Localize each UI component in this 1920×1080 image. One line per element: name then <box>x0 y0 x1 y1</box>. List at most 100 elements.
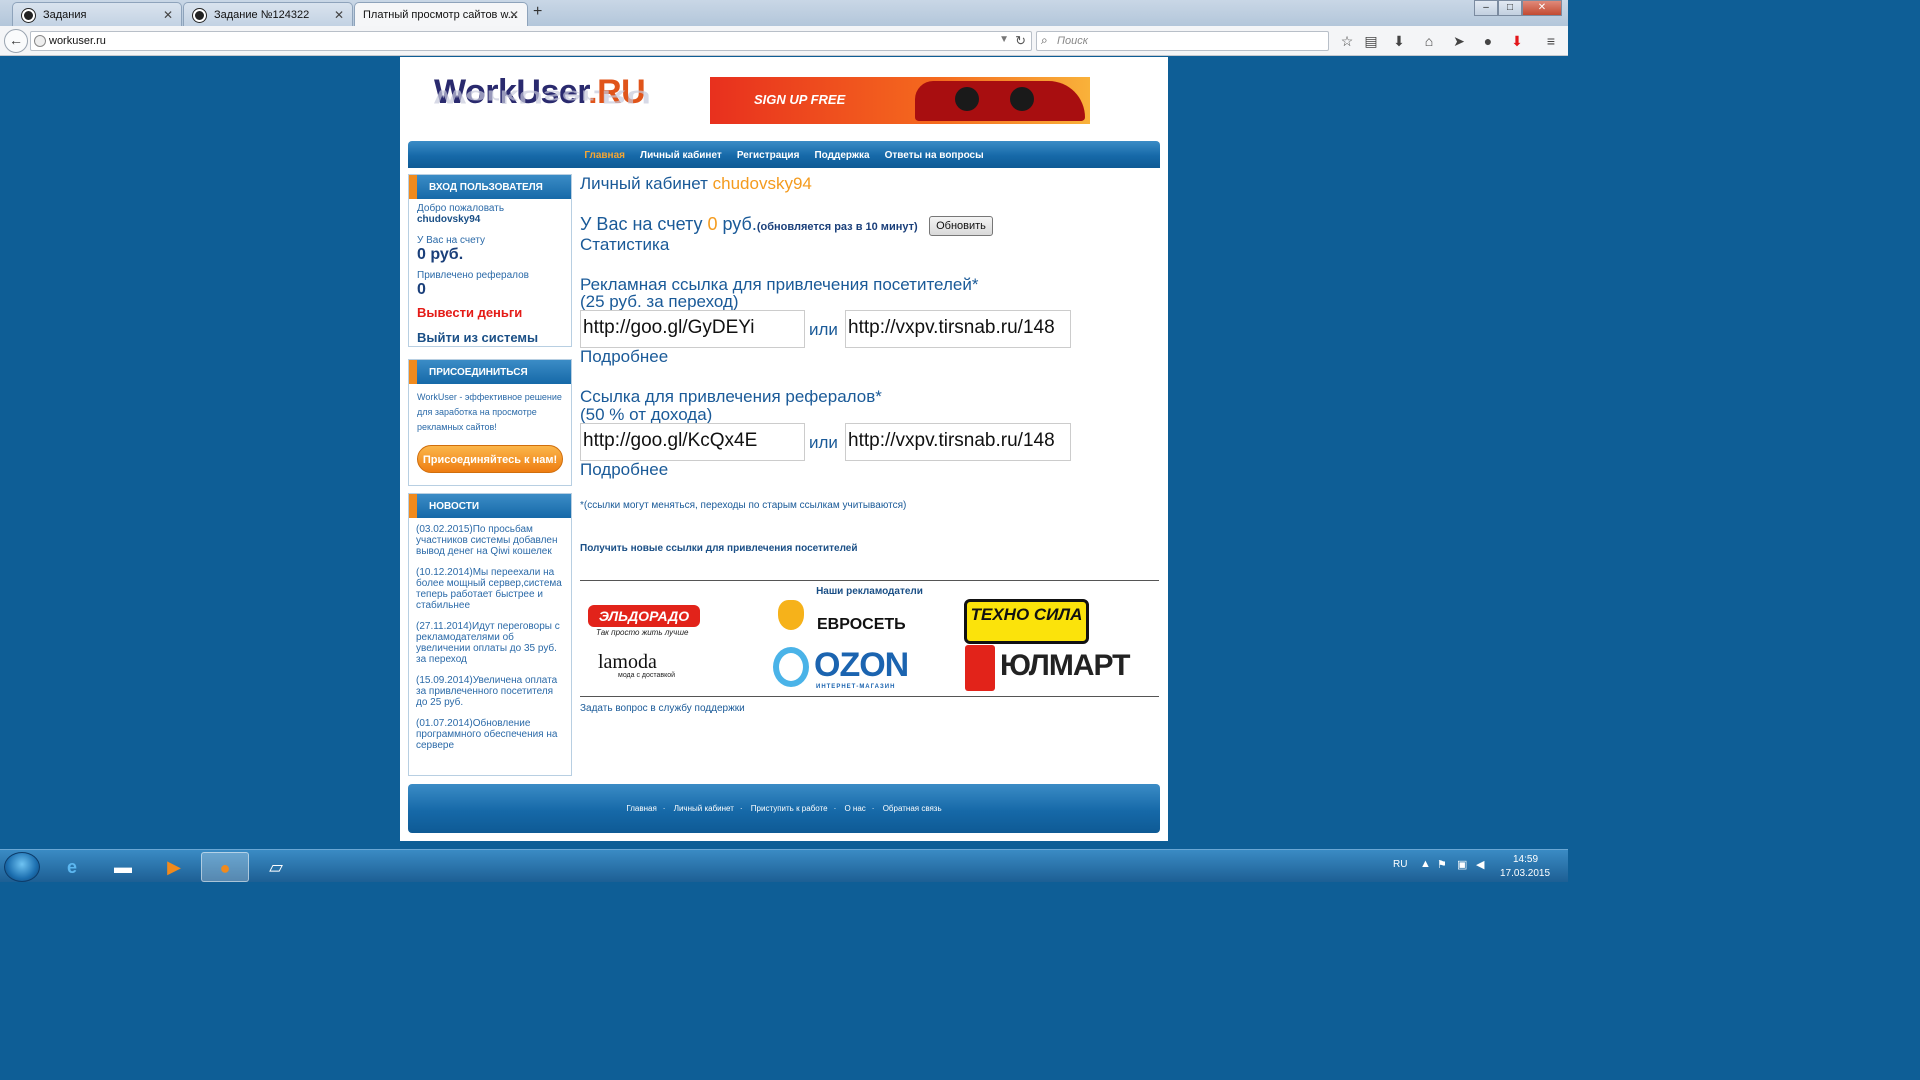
ie-icon[interactable]: e <box>48 852 96 882</box>
send-icon[interactable]: ➤ <box>1450 32 1468 50</box>
lamoda-tagline: мода с доставкой <box>618 672 676 679</box>
withdraw-link[interactable]: Вывести деньги <box>409 299 571 320</box>
ozon-logo[interactable]: OZON <box>814 646 909 685</box>
tab-zadanie[interactable]: Задание №124322 ✕ <box>183 2 353 26</box>
eldorado-tagline: Так просто жить лучше <box>596 628 689 637</box>
logout-link[interactable]: Выйти из системы <box>409 320 571 345</box>
divider <box>580 696 1159 697</box>
news-item[interactable]: (27.11.2014)Идут переговоры с рекламодат… <box>409 621 571 675</box>
home-icon[interactable]: ⌂ <box>1420 32 1438 50</box>
ref-link-long-field[interactable]: http://vxpv.tirsnab.ru/148 <box>845 423 1071 461</box>
menu-icon[interactable]: ≡ <box>1542 32 1560 50</box>
close-tab-icon[interactable]: ✕ <box>163 8 173 22</box>
close-tab-icon[interactable]: ✕ <box>509 8 519 22</box>
reload-icon[interactable]: ↻ <box>1015 33 1026 49</box>
or-label: или <box>809 433 838 452</box>
footer-about-link[interactable]: О нас <box>844 804 865 813</box>
clock-time[interactable]: 14:59 <box>1513 854 1538 865</box>
welcome-label: Добро пожаловать <box>417 203 505 214</box>
news-item[interactable]: (15.09.2014)Увеличена оплата за привлече… <box>409 675 571 718</box>
tab-zadaniya[interactable]: Задания ✕ <box>12 2 182 26</box>
eldorado-logo[interactable]: ЭЛЬДОРАДО <box>588 605 700 627</box>
ozon-tagline: ИНТЕРНЕТ-МАГАЗИН <box>816 684 896 690</box>
language-indicator[interactable]: RU <box>1393 859 1407 870</box>
tray-arrow-icon[interactable]: ▲ <box>1420 858 1431 870</box>
ref-link-short-field[interactable]: http://goo.gl/KcQx4E <box>580 423 805 461</box>
join-text: WorkUser - эффективное решение для зараб… <box>417 392 562 432</box>
support-link[interactable]: Задать вопрос в службу поддержки <box>580 703 745 714</box>
url-text[interactable]: workuser.ru <box>49 35 106 47</box>
chat-icon[interactable]: ● <box>1479 32 1497 50</box>
nav-cabinet[interactable]: Личный кабинет <box>640 150 722 161</box>
back-button[interactable]: ← <box>4 29 28 53</box>
favicon-icon <box>22 9 35 22</box>
euroset-logo[interactable]: ЕВРОСЕТЬ <box>817 616 906 634</box>
download-icon[interactable]: ⬇ <box>1390 32 1408 50</box>
maximize-button[interactable]: □ <box>1498 0 1522 16</box>
network-icon[interactable]: ▣ <box>1457 858 1467 871</box>
explorer-folder-icon[interactable]: ▬ <box>99 852 147 882</box>
bookmark-star-icon[interactable]: ☆ <box>1338 32 1356 50</box>
globe-icon <box>34 35 46 47</box>
close-tab-icon[interactable]: ✕ <box>334 8 344 22</box>
news-box: НОВОСТИ (03.02.2015)По просьбам участник… <box>408 493 572 776</box>
lamoda-logo[interactable]: lamoda <box>598 651 657 674</box>
tab-active[interactable]: Платный просмотр сайтов w... ✕ <box>354 2 528 26</box>
close-window-button[interactable]: ✕ <box>1522 0 1562 16</box>
clock-date[interactable]: 17.03.2015 <box>1500 868 1550 879</box>
footer-feedback-link[interactable]: Обратная связь <box>883 804 942 813</box>
ad-link-short-field[interactable]: http://goo.gl/GyDEYi <box>580 310 805 348</box>
join-box-title: ПРИСОЕДИНИТЬСЯ <box>409 360 571 384</box>
search-input[interactable]: ⌕ Поиск <box>1036 31 1329 51</box>
favicon-icon <box>193 9 206 22</box>
links-note: *(ссылки могут меняться, переходы по ста… <box>580 500 907 511</box>
more-link[interactable]: Подробнее <box>580 347 668 367</box>
join-button[interactable]: Присоединяйтесь к нам! <box>417 445 563 473</box>
footer-start-link[interactable]: Приступить к работе <box>751 804 828 813</box>
search-icon: ⌕ <box>1041 33 1048 47</box>
ad-link-subtitle: (25 руб. за переход) <box>580 292 739 311</box>
stats-link[interactable]: Статистика <box>580 235 669 255</box>
account-note: (обновляется раз в 10 минут) <box>756 221 918 233</box>
nav-faq[interactable]: Ответы на вопросы <box>885 150 984 161</box>
news-item[interactable]: (01.07.2014)Обновление программного обес… <box>409 718 571 761</box>
title-prefix: Личный кабинет <box>580 174 708 193</box>
search-placeholder: Поиск <box>1057 35 1088 47</box>
window-controls: – □ ✕ <box>1474 0 1562 18</box>
get-new-links-link[interactable]: Получить новые ссылки для привлечения по… <box>580 543 858 554</box>
minimize-button[interactable]: – <box>1474 0 1498 16</box>
nav-register[interactable]: Регистрация <box>737 150 800 161</box>
news-item[interactable]: (03.02.2015)По просьбам участников систе… <box>409 524 571 567</box>
title-username: chudovsky94 <box>712 174 812 193</box>
account-suffix: руб. <box>722 214 757 234</box>
tab-bar: Задания ✕ Задание №124322 ✕ Платный прос… <box>0 0 1568 26</box>
nav-support[interactable]: Поддержка <box>814 150 869 161</box>
bookmarks-list-icon[interactable]: ▤ <box>1362 32 1380 50</box>
notepad-icon[interactable]: ▱ <box>252 852 300 882</box>
page-title: Личный кабинет chudovsky94 <box>580 174 812 194</box>
ad-link-long-field[interactable]: http://vxpv.tirsnab.ru/148 <box>845 310 1071 348</box>
media-player-icon[interactable]: ▶ <box>150 852 198 882</box>
start-button[interactable] <box>4 852 40 882</box>
signup-banner[interactable]: SIGN UP FREE <box>710 77 1090 124</box>
news-item[interactable]: (10.12.2014)Мы переехали на более мощный… <box>409 567 571 621</box>
footer-home-link[interactable]: Главная <box>626 804 656 813</box>
more-link[interactable]: Подробнее <box>580 460 668 480</box>
tehnosila-logo[interactable]: ТЕХНО СИЛА <box>964 599 1089 644</box>
address-bar[interactable]: workuser.ru ▼ ↻ <box>30 31 1032 51</box>
login-box-title: ВХОД ПОЛЬЗОВАТЕЛЯ <box>409 175 571 199</box>
new-tab-button[interactable]: + <box>533 3 542 21</box>
firefox-icon[interactable]: ● <box>201 852 249 882</box>
dropdown-arrow-icon[interactable]: ▼ <box>999 34 1009 45</box>
red-download-icon[interactable]: ⬇ <box>1508 32 1526 50</box>
join-box: ПРИСОЕДИНИТЬСЯ WorkUser - эффективное ре… <box>408 359 572 486</box>
nav-home[interactable]: Главная <box>584 150 625 161</box>
car-image <box>915 81 1085 121</box>
action-center-icon[interactable]: ⚑ <box>1437 858 1447 871</box>
refresh-button[interactable]: Обновить <box>929 216 993 236</box>
footer-cabinet-link[interactable]: Личный кабинет <box>674 804 734 813</box>
volume-icon[interactable]: ◀ <box>1476 858 1484 871</box>
referrals-value: 0 <box>417 281 426 298</box>
footer-separator: · <box>833 804 837 813</box>
ulmart-logo[interactable]: ЮЛМАРТ <box>1000 649 1130 683</box>
